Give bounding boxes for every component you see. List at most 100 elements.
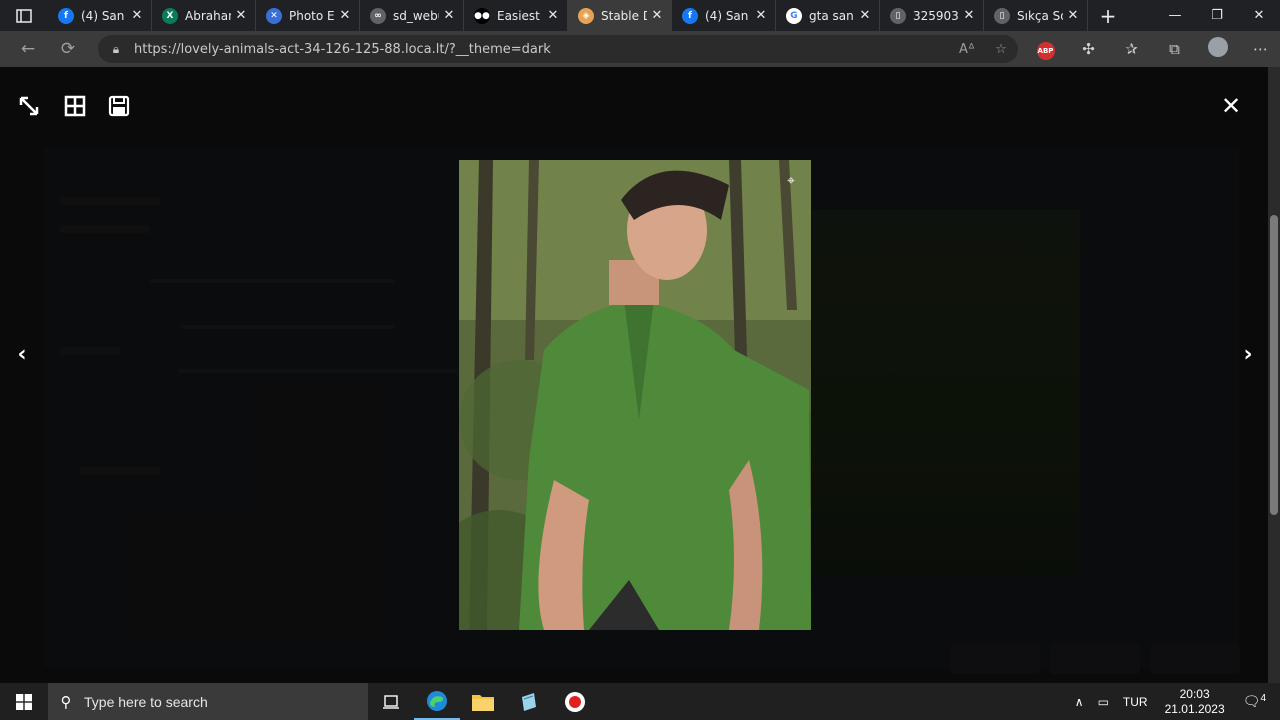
close-tab-icon[interactable]: ✕ [855, 8, 875, 23]
taskbar-app-notes[interactable] [506, 683, 552, 720]
back-button[interactable]: ← [8, 31, 48, 67]
page-scrollbar[interactable] [1268, 67, 1280, 683]
address-bar[interactable]: 🔒︎ https://lovely-animals-act-34-126-125… [98, 35, 1018, 63]
tab-bar: f(4) San Andreas✕XAbraham✕✕Photo Editor✕… [0, 0, 1280, 31]
notes-app-icon [522, 692, 536, 711]
browser-tab-label: Abraham [185, 8, 231, 23]
browser-tab[interactable]: ▯ Sıkça Sorulan✕ [984, 0, 1088, 31]
notifications-icon[interactable]: 🗨︎4 [1235, 693, 1280, 710]
close-lightbox-button[interactable]: ✕ [1218, 93, 1244, 119]
generated-image-illustration [459, 160, 811, 630]
facebook-icon: f [58, 7, 74, 24]
taskbar-edge[interactable] [414, 683, 460, 720]
browser-tab[interactable]: ◈ Stable Diffusion✕ [568, 0, 672, 31]
taskbar-file-explorer[interactable] [460, 683, 506, 720]
browser-tab[interactable]: f (4) San Andreas✕ [48, 0, 152, 31]
web-page: ✕ ‹ › ⌖ [0, 67, 1268, 683]
scrollbar-thumb[interactable] [1270, 215, 1278, 515]
profile-avatar[interactable] [1196, 37, 1239, 61]
browser-tab-label: 32590371 [913, 8, 959, 23]
task-view-icon [383, 694, 399, 709]
close-tab-icon[interactable]: ✕ [751, 8, 771, 23]
search-placeholder: Type here to search [84, 693, 208, 710]
browser-toolbar: ABP ✣ ✰ ⧉ ⋯ [1024, 31, 1280, 67]
windows-taskbar: ⚲ Type here to search ∧ ▭ TUR 20:03 21.0… [0, 683, 1280, 720]
close-tab-icon[interactable]: ✕ [127, 8, 147, 23]
close-tab-icon[interactable]: ✕ [647, 8, 667, 23]
browser-tab-label: (4) San Andreas [705, 8, 751, 23]
input-language[interactable]: TUR [1116, 695, 1155, 709]
clock-time: 20:03 [1179, 686, 1210, 701]
medium-icon: ●● [474, 7, 490, 24]
extensions-icon[interactable]: ✣ [1067, 40, 1110, 58]
xing-icon: X [162, 7, 178, 24]
show-hidden-icons-icon[interactable]: ∧ [1068, 695, 1091, 709]
browser-tab[interactable]: Ggta san andreas✕ [776, 0, 880, 31]
link-icon: ∞ [370, 7, 386, 24]
browser-tab[interactable]: X Abraham✕ [152, 0, 256, 31]
address-bar-row: ← ⟳ 🔒︎ https://lovely-animals-act-34-126… [0, 31, 1280, 67]
more-menu-icon[interactable]: ⋯ [1239, 40, 1280, 58]
browser-tab-label: (4) San Andreas [81, 8, 127, 23]
search-icon: ⚲ [60, 692, 72, 711]
grid-view-icon[interactable] [62, 95, 88, 121]
tab-actions-icon [16, 8, 32, 23]
close-tab-icon[interactable]: ✕ [335, 8, 355, 23]
next-image-button[interactable]: › [1236, 343, 1260, 367]
browser-tab[interactable]: ●● Easiest Way✕ [464, 0, 568, 31]
focus-icon[interactable]: ⌖ [777, 170, 805, 192]
system-tray: ∧ ▭ TUR 20:03 21.01.2023 🗨︎4 [1068, 683, 1280, 720]
browser-tab[interactable]: ✕Photo Editor✕ [256, 0, 360, 31]
photo-editor-icon: ✕ [266, 7, 282, 24]
close-tab-icon[interactable]: ✕ [1063, 8, 1083, 23]
facebook-icon: f [682, 7, 698, 24]
add-favorite-icon[interactable]: ☆ [984, 42, 1018, 57]
clock[interactable]: 20:03 21.01.2023 [1155, 687, 1235, 717]
read-aloud-icon[interactable]: Aᐞ [950, 42, 984, 57]
battery-icon[interactable]: ▭ [1091, 695, 1116, 709]
generated-image[interactable]: ⌖ [459, 160, 811, 630]
restore-button[interactable]: ❐ [1196, 0, 1238, 31]
browser-tab-label: Easiest Way [497, 8, 543, 23]
taskbar-search[interactable]: ⚲ Type here to search [48, 683, 368, 720]
browser-tab[interactable]: f (4) San Andreas✕ [672, 0, 776, 31]
record-icon [565, 691, 585, 712]
toggle-fullscreen-icon[interactable] [16, 95, 42, 121]
notification-count: 4 [1260, 693, 1266, 704]
browser-tab[interactable]: ▯ 32590371✕ [880, 0, 984, 31]
browser-tab[interactable]: ∞ sd_webui✕ [360, 0, 464, 31]
tab-strip: f(4) San Andreas✕XAbraham✕✕Photo Editor✕… [48, 0, 1088, 31]
minimize-button[interactable]: — [1154, 0, 1196, 31]
browser-tab-label: Sıkça Sorulan [1017, 8, 1063, 23]
browser-tab-label: Stable Diffusion [601, 8, 647, 23]
clock-date: 21.01.2023 [1164, 701, 1225, 716]
tab-actions-button[interactable] [0, 0, 48, 31]
close-tab-icon[interactable]: ✕ [543, 8, 563, 23]
refresh-button[interactable]: ⟳ [48, 31, 88, 67]
taskbar-recorder[interactable] [552, 683, 598, 720]
document-icon: ▯ [994, 7, 1010, 24]
lock-icon: 🔒︎ [112, 41, 120, 56]
folder-icon [472, 694, 494, 711]
edge-icon [427, 690, 447, 711]
close-tab-icon[interactable]: ✕ [959, 8, 979, 23]
url-text[interactable]: https://lovely-animals-act-34-126-125-88… [134, 42, 950, 57]
windows-logo-icon [16, 693, 32, 710]
previous-image-button[interactable]: ‹ [10, 343, 34, 367]
close-tab-icon[interactable]: ✕ [439, 8, 459, 23]
collections-icon[interactable]: ⧉ [1153, 40, 1196, 58]
close-tab-icon[interactable]: ✕ [231, 8, 251, 23]
browser-tab-label: Photo Editor [289, 8, 335, 23]
start-button[interactable] [0, 683, 48, 720]
task-view-button[interactable] [368, 683, 414, 720]
save-image-icon[interactable] [106, 95, 132, 121]
browser-tab-label: gta san andreas [809, 8, 855, 23]
google-icon: G [786, 7, 802, 24]
document-icon: ▯ [890, 7, 906, 24]
new-tab-button[interactable]: + [1088, 4, 1128, 28]
close-window-button[interactable]: ✕ [1238, 0, 1280, 31]
window-controls: — ❐ ✕ [1154, 0, 1280, 31]
stable-diffusion-icon: ◈ [578, 7, 594, 24]
adblock-extension-icon[interactable]: ABP [1024, 39, 1067, 60]
favorites-icon[interactable]: ✰ [1110, 40, 1153, 58]
